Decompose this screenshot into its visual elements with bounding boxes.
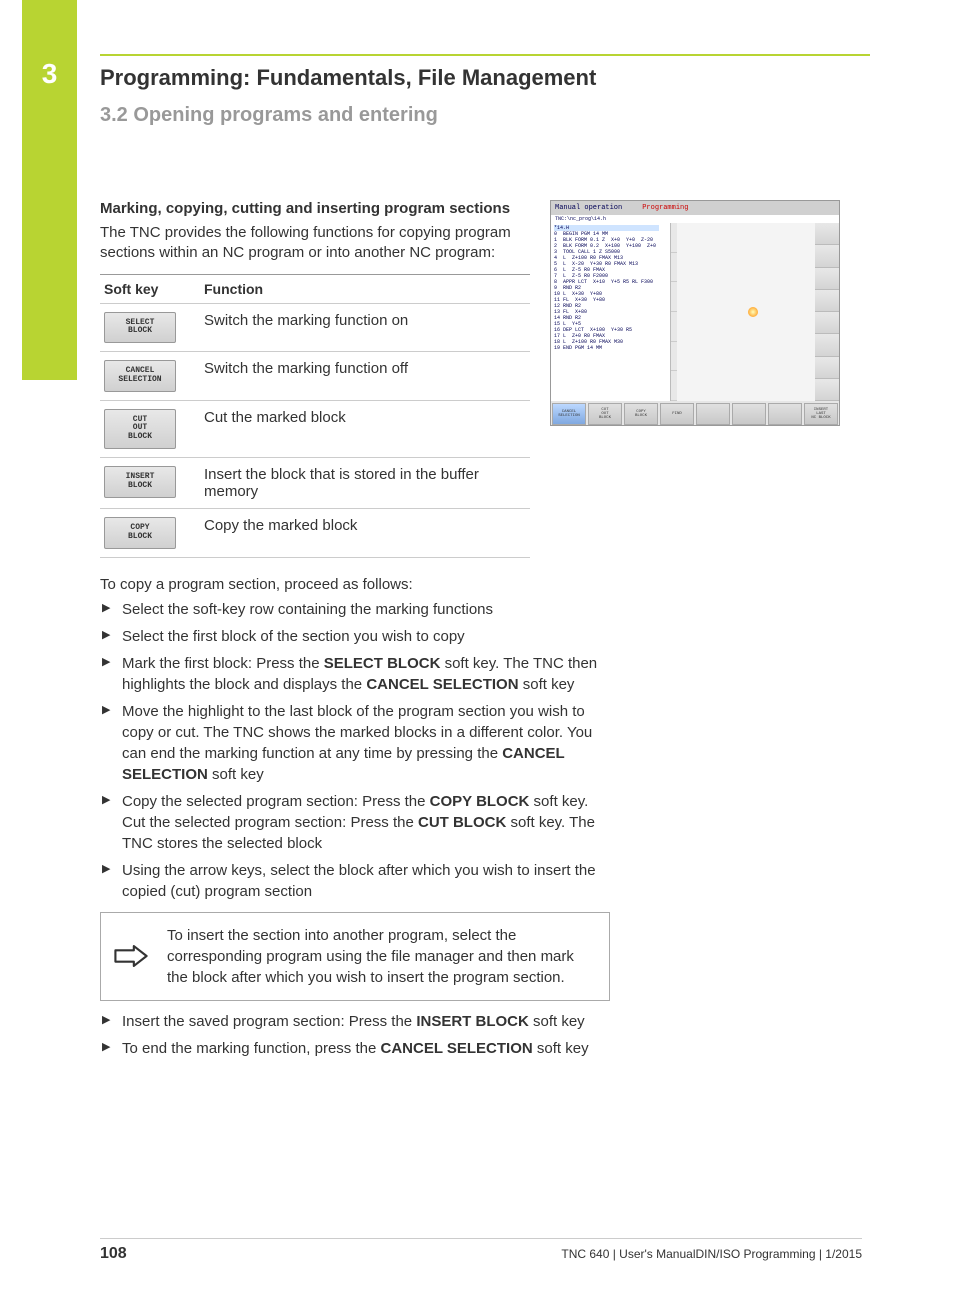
screenshot-softkey: FIND [660,403,694,425]
screenshot-right-softkeys [815,223,839,401]
function-cell: Switch the marking function on [200,303,530,352]
step-item: Mark the first block: Press the SELECT B… [100,653,610,695]
note-box: To insert the section into another progr… [100,912,610,1001]
screenshot-softkey: INSERT LAST NC BLOCK [804,403,838,425]
step-item: Move the highlight to the last block of … [100,701,610,785]
screenshot-softkey [696,403,730,425]
softkey-button: CANCEL SELECTION [104,360,176,392]
screenshot-softkey: CANCEL SELECTION [552,403,586,425]
step-item: Select the first block of the section yo… [100,626,610,647]
steps-intro: To copy a program section, proceed as fo… [100,576,610,593]
page-footer: 108 TNC 640 | User's ManualDIN/ISO Progr… [100,1238,862,1263]
content-area: Marking, copying, cutting and inserting … [100,200,850,1065]
screenshot-mode-manual: Manual operation [555,204,622,212]
chapter-number-box: 3 [22,54,77,94]
softkey-cell: CANCEL SELECTION [100,352,200,401]
document-page: 3 Programming: Fundamentals, File Manage… [0,0,954,1315]
softkey-cell: SELECT BLOCK [100,303,200,352]
softkey-cell: INSERT BLOCK [100,458,200,509]
two-column-layout: Marking, copying, cutting and inserting … [100,200,850,558]
function-cell: Copy the marked block [200,509,530,558]
step-item: Select the soft-key row containing the m… [100,599,610,620]
softkey-table: Soft key Function SELECT BLOCK Switch the… [100,274,530,558]
function-cell: Switch the marking function off [200,352,530,401]
table-row: CANCEL SELECTION Switch the marking funct… [100,352,530,401]
softkey-button: COPY BLOCK [104,517,176,549]
step-item: Using the arrow keys, select the block a… [100,860,610,902]
screenshot-graphics-pane [677,223,815,401]
screenshot-header: Manual operation Programming [551,201,839,215]
screenshot-softkey [732,403,766,425]
section-title: 3.2 Opening programs and entering [100,104,438,127]
screenshot-softkey: COPY BLOCK [624,403,658,425]
page-number: 108 [100,1245,127,1263]
table-row: CUT OUT BLOCK Cut the marked block [100,400,530,457]
table-row: SELECT BLOCK Switch the marking function … [100,303,530,352]
note-text: To insert the section into another progr… [161,913,609,1000]
softkey-button: SELECT BLOCK [104,312,176,344]
table-row: COPY BLOCK Copy the marked block [100,509,530,558]
right-column: Manual operation Programming TNC:\nc_pro… [550,200,840,426]
screenshot-datum-icon [748,307,758,317]
intro-paragraph: The TNC provides the following functions… [100,223,530,264]
function-cell: Insert the block that is stored in the b… [200,458,530,509]
header-divider [100,54,870,56]
screenshot-code-pane: *14.H 0 BEGIN PGM 14 MM 1 BLK FORM 0.1 Z… [551,223,671,401]
note-arrow-icon [101,913,161,1000]
screenshot-softkey [768,403,802,425]
function-cell: Cut the marked block [200,400,530,457]
steps-list-1: Select the soft-key row containing the m… [100,599,610,902]
softkey-cell: COPY BLOCK [100,509,200,558]
softkey-button: CUT OUT BLOCK [104,409,176,449]
step-item: To end the marking function, press the C… [100,1038,610,1059]
tnc-screenshot: Manual operation Programming TNC:\nc_pro… [550,200,840,426]
screenshot-body: *14.H 0 BEGIN PGM 14 MM 1 BLK FORM 0.1 Z… [551,223,839,401]
step-item: Copy the selected program section: Press… [100,791,610,854]
step-item: Insert the saved program section: Press … [100,1011,610,1032]
left-column: Marking, copying, cutting and inserting … [100,200,530,558]
footer-text: TNC 640 | User's ManualDIN/ISO Programmi… [561,1247,862,1261]
table-row: INSERT BLOCK Insert the block that is sto… [100,458,530,509]
screenshot-path: TNC:\nc_prog\14.h [551,215,839,223]
chapter-number: 3 [42,58,58,90]
screenshot-bottom-softkeys: CANCEL SELECTIONCUT OUT BLOCKCOPY BLOCKF… [551,401,839,427]
screenshot-mode-programming: Programming [642,204,688,212]
chapter-title: Programming: Fundamentals, File Manageme… [100,65,596,91]
table-header-softkey: Soft key [100,274,200,303]
subheading: Marking, copying, cutting and inserting … [100,200,530,217]
softkey-button: INSERT BLOCK [104,466,176,498]
screenshot-softkey: CUT OUT BLOCK [588,403,622,425]
softkey-cell: CUT OUT BLOCK [100,400,200,457]
table-header-function: Function [200,274,530,303]
steps-list-2: Insert the saved program section: Press … [100,1011,610,1059]
